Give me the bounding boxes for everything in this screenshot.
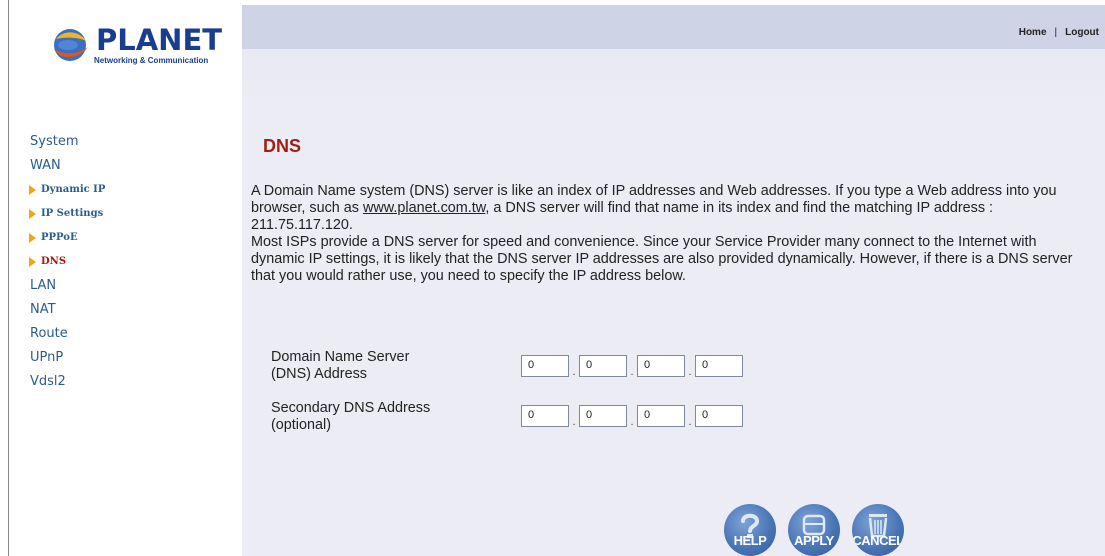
sidebar-item-vdsl2[interactable]: Vdsl2 (30, 370, 230, 394)
cancel-button-label: CANCEL (852, 533, 904, 548)
octet-dot: . (630, 416, 634, 428)
secondary-dns-label-line2: (optional) (271, 417, 331, 433)
planet-logo: PLANET Networking & Communication (46, 22, 222, 72)
sidebar-item-system[interactable]: System (30, 130, 230, 154)
secondary-dns-octet-2[interactable]: 0 (579, 405, 627, 427)
secondary-dns-input-group: 0 . 0 . 0 . 0 (521, 405, 743, 428)
sidebar: System WAN Dynamic IP IP Settings PPPoE … (29, 130, 230, 394)
secondary-dns-label: Secondary DNS Address (optional) (271, 400, 491, 434)
octet-dot: . (630, 366, 634, 378)
secondary-dns-octet-4[interactable]: 0 (695, 405, 743, 427)
octet-dot: . (688, 366, 692, 378)
arrow-right-icon (29, 185, 36, 195)
arrow-right-icon (29, 257, 36, 267)
secondary-dns-octet-1[interactable]: 0 (521, 405, 569, 427)
planet-globe-icon (54, 29, 88, 61)
sidebar-item-pppoe[interactable]: PPPoE (29, 226, 230, 250)
octet-dot: . (572, 366, 576, 378)
logout-link[interactable]: Logout (1065, 27, 1099, 38)
arrow-right-icon (29, 233, 36, 243)
logo-tagline: Networking & Communication (94, 56, 209, 65)
sidebar-item-ip-settings[interactable]: IP Settings (29, 202, 230, 226)
apply-icon (802, 514, 826, 536)
sidebar-item-upnp[interactable]: UPnP (30, 346, 230, 370)
octet-dot: . (688, 416, 692, 428)
primary-dns-input-group: 0 . 0 . 0 . 0 (521, 355, 743, 378)
home-link[interactable]: Home (1019, 27, 1047, 38)
primary-dns-octet-1[interactable]: 0 (521, 355, 569, 377)
sidebar-item-dns[interactable]: DNS (29, 250, 230, 274)
secondary-dns-octet-3[interactable]: 0 (637, 405, 685, 427)
primary-dns-octet-3[interactable]: 0 (637, 355, 685, 377)
sidebar-item-label: Dynamic IP (41, 184, 106, 195)
nav-separator: | (1054, 27, 1058, 38)
trash-icon (868, 514, 888, 538)
description-text-2: Most ISPs provide a DNS server for speed… (251, 234, 1073, 284)
sidebar-item-lan[interactable]: LAN (30, 274, 230, 298)
top-nav: Home | Logout (1019, 27, 1099, 38)
header-gradient (242, 49, 1105, 109)
sidebar-item-nat[interactable]: NAT (30, 298, 230, 322)
sidebar-item-label: PPPoE (41, 232, 78, 243)
arrow-right-icon (29, 209, 36, 219)
apply-button-label: APPLY (794, 533, 834, 548)
cancel-button[interactable]: CANCEL (852, 504, 904, 556)
primary-dns-label-line1: Domain Name Server (271, 349, 410, 365)
sidebar-item-wan[interactable]: WAN (30, 154, 230, 178)
sidebar-item-label: IP Settings (41, 208, 104, 219)
left-border (8, 0, 9, 556)
help-button-label: HELP (733, 533, 767, 548)
apply-button[interactable]: APPLY (788, 504, 840, 556)
primary-dns-label: Domain Name Server (DNS) Address (271, 349, 491, 383)
question-mark-icon (741, 513, 760, 538)
primary-dns-label-line2: (DNS) Address (271, 366, 367, 382)
sidebar-item-label: DNS (41, 256, 67, 267)
primary-dns-octet-4[interactable]: 0 (695, 355, 743, 377)
secondary-dns-label-line1: Secondary DNS Address (271, 400, 431, 416)
main-panel: Home | Logout DNS A Domain Name system (DN… (242, 5, 1105, 556)
sidebar-item-dynamic-ip[interactable]: Dynamic IP (29, 178, 230, 202)
primary-dns-octet-2[interactable]: 0 (579, 355, 627, 377)
description: A Domain Name system (DNS) server is lik… (251, 183, 1091, 285)
top-bar: Home | Logout (242, 5, 1105, 49)
logo-wordmark: PLANET (96, 23, 223, 57)
help-button[interactable]: HELP (724, 504, 776, 556)
sidebar-item-route[interactable]: Route (30, 322, 230, 346)
page-title: DNS (263, 136, 302, 156)
planet-website-link[interactable]: www.planet.com.tw (363, 200, 485, 216)
octet-dot: . (572, 416, 576, 428)
